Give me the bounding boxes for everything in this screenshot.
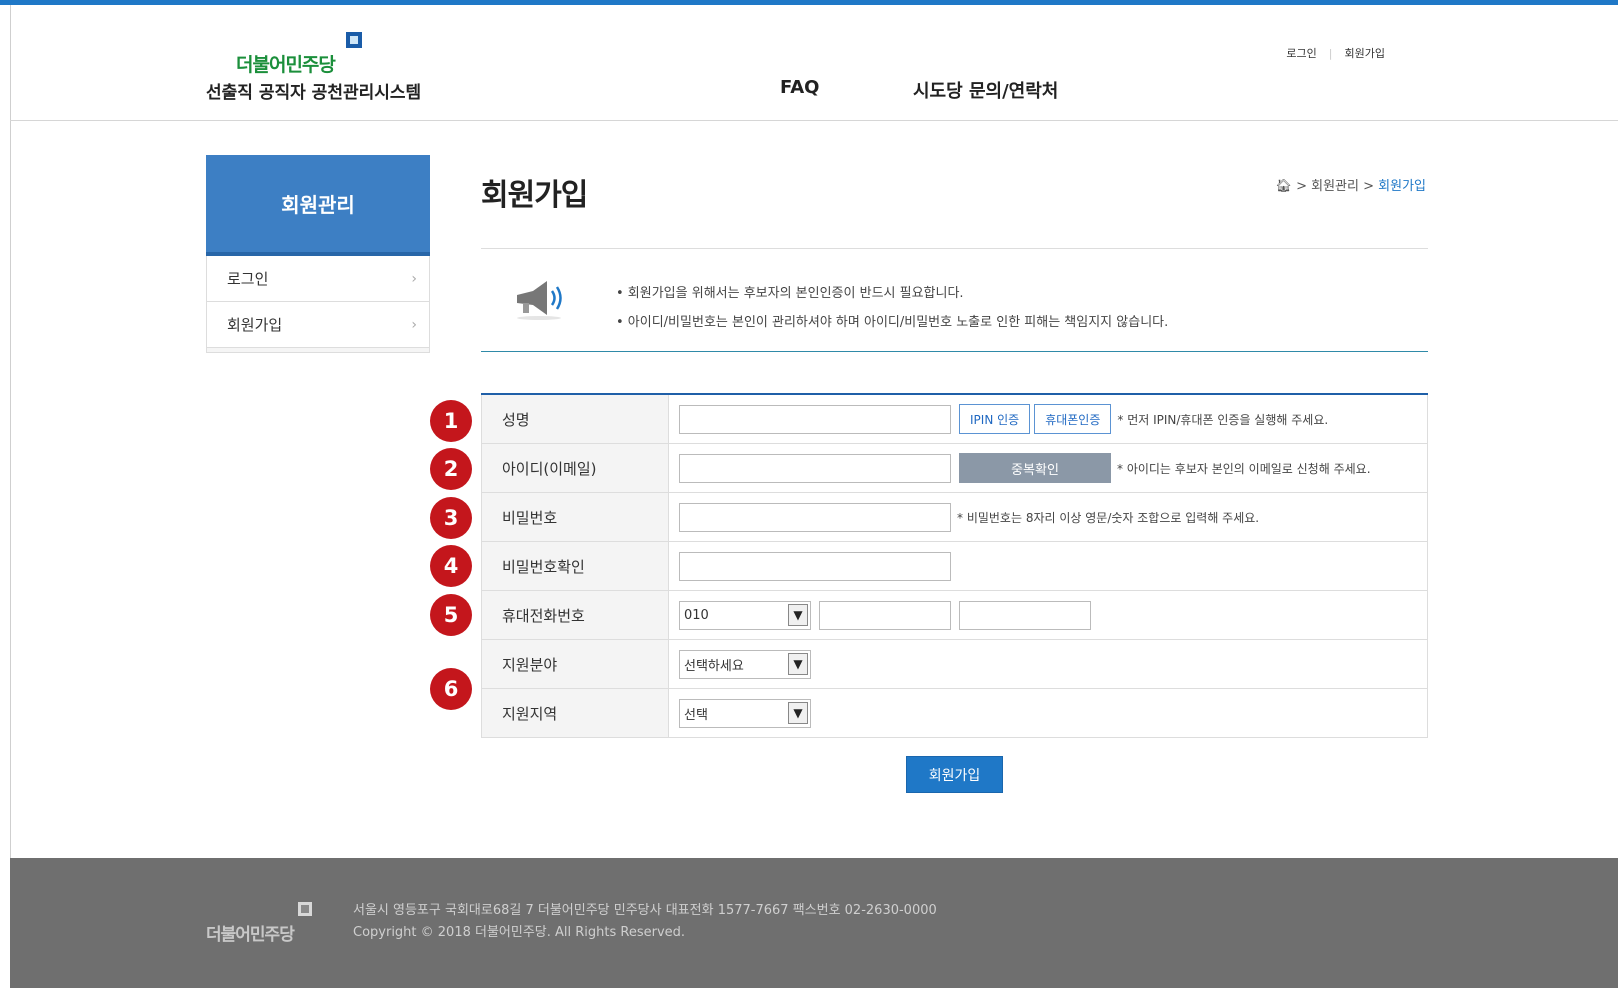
- breadcrumb-sep: >: [1296, 179, 1307, 194]
- sidebar-item-join[interactable]: 회원가입 ›: [206, 302, 430, 348]
- megaphone-icon: [517, 281, 562, 320]
- form-row-mobile: 휴대전화번호 010 ▼: [481, 591, 1428, 640]
- footer-logo-text: 더불어민주당: [206, 925, 295, 945]
- form-row-id: 아이디(이메일) 중복확인 * 아이디는 후보자 본인의 이메일로 신청해 주세…: [481, 444, 1428, 493]
- utility-menu: 로그인 | 회원가입: [1286, 45, 1385, 61]
- name-hint: * 먼저 IPIN/휴대폰 인증을 실행해 주세요.: [1117, 412, 1329, 427]
- password-confirm-input[interactable]: [679, 551, 951, 581]
- sidebar-title: 회원관리: [206, 155, 430, 256]
- ipin-auth-button[interactable]: IPIN 인증: [959, 404, 1031, 434]
- password-hint: * 비밀번호는 8자리 이상 영문/숫자 조합으로 입력해 주세요.: [957, 510, 1260, 525]
- breadcrumb: 🏠︎ > 회원관리 > 회원가입: [1275, 175, 1426, 194]
- step-badge: 1: [430, 400, 472, 442]
- mobile-middle-input[interactable]: [819, 600, 951, 630]
- phone-auth-button[interactable]: 휴대폰인증: [1034, 404, 1112, 434]
- field-select[interactable]: 선택하세요 ▼: [679, 649, 811, 679]
- step-badge: 5: [430, 594, 472, 636]
- util-join-link[interactable]: 회원가입: [1345, 47, 1385, 60]
- logo-text: 더불어민주당: [236, 54, 336, 76]
- notice-line: • 아이디/비밀번호는 본인이 관리하셔야 하며 아이디/비밀번호 노출로 인한…: [616, 315, 1169, 330]
- chevron-right-icon: ›: [411, 270, 417, 287]
- step-badge: 6: [430, 668, 472, 710]
- name-label: 성명: [481, 395, 669, 443]
- sidebar: 회원관리 로그인 › 회원가입 ›: [206, 155, 430, 353]
- frame-border: [10, 5, 11, 988]
- signup-form: 성명 IPIN 인증 휴대폰인증 * 먼저 IPIN/휴대폰 인증을 실행해 주…: [481, 393, 1428, 738]
- password-input[interactable]: [679, 502, 951, 532]
- password-confirm-label: 비밀번호확인: [481, 542, 669, 590]
- home-icon[interactable]: 🏠︎: [1275, 179, 1292, 194]
- sidebar-item-login[interactable]: 로그인 ›: [206, 256, 430, 302]
- breadcrumb-level1[interactable]: 회원관리: [1311, 179, 1359, 194]
- region-select[interactable]: 선택 ▼: [679, 698, 811, 728]
- form-row-password: 비밀번호 * 비밀번호는 8자리 이상 영문/숫자 조합으로 입력해 주세요.: [481, 493, 1428, 542]
- logo-flag-icon: [298, 902, 312, 916]
- password-label: 비밀번호: [481, 493, 669, 541]
- sidebar-item-label: 로그인: [227, 270, 269, 288]
- name-input[interactable]: [679, 404, 951, 434]
- mobile-prefix-select[interactable]: 010 ▼: [679, 600, 811, 630]
- select-value: 선택하세요: [684, 658, 744, 674]
- util-divider: |: [1328, 47, 1333, 60]
- select-value: 선택: [684, 707, 708, 723]
- footer-info: 서울시 영등포구 국회대로68길 7 더불어민주당 민주당사 대표전화 1577…: [353, 900, 937, 944]
- id-hint: * 아이디는 후보자 본인의 이메일로 신청해 주세요.: [1117, 461, 1371, 476]
- id-email-input[interactable]: [679, 453, 951, 483]
- signup-submit-button[interactable]: 회원가입: [906, 756, 1003, 793]
- field-label: 지원분야: [481, 640, 669, 688]
- breadcrumb-current: 회원가입: [1378, 179, 1426, 194]
- form-row-name: 성명 IPIN 인증 휴대폰인증 * 먼저 IPIN/휴대폰 인증을 실행해 주…: [481, 395, 1428, 444]
- notice-text: • 회원가입을 위해서는 후보자의 본인인증이 반드시 필요합니다. • 아이디…: [616, 279, 1168, 337]
- logo-subtitle: 선출직 공직자 공천관리시스템: [206, 83, 422, 103]
- breadcrumb-sep: >: [1363, 179, 1375, 194]
- mobile-label: 휴대전화번호: [481, 591, 669, 639]
- footer-address: 서울시 영등포구 국회대로68길 7 더불어민주당 민주당사 대표전화 1577…: [353, 903, 937, 918]
- sidebar-footer: [206, 348, 430, 353]
- step-badge: 3: [430, 497, 472, 539]
- site-header: 더불어민주당 선출직 공직자 공천관리시스템 FAQ 시도당 문의/연락처 로그…: [10, 5, 1618, 121]
- logo-flag-icon: [346, 32, 362, 48]
- region-label: 지원지역: [481, 689, 669, 737]
- form-row-field: 지원분야 선택하세요 ▼: [481, 640, 1428, 689]
- footer-copyright: Copyright © 2018 더불어민주당. All Rights Rese…: [353, 925, 686, 940]
- nav-faq[interactable]: FAQ: [780, 77, 819, 98]
- step-badge: 2: [430, 448, 472, 490]
- mobile-last-input[interactable]: [959, 600, 1091, 630]
- duplicate-check-button[interactable]: 중복확인: [959, 453, 1111, 483]
- chevron-down-icon: ▼: [788, 604, 808, 626]
- step-badge: 4: [430, 545, 472, 587]
- select-value: 010: [684, 607, 709, 623]
- nav-contact[interactable]: 시도당 문의/연락처: [913, 77, 1058, 103]
- site-footer: 더불어민주당 서울시 영등포구 국회대로68길 7 더불어민주당 민주당사 대표…: [10, 858, 1618, 988]
- chevron-down-icon: ▼: [788, 653, 808, 675]
- id-label: 아이디(이메일): [481, 444, 669, 492]
- chevron-right-icon: ›: [411, 316, 417, 333]
- notice-line: • 회원가입을 위해서는 후보자의 본인인증이 반드시 필요합니다.: [616, 286, 964, 301]
- chevron-down-icon: ▼: [788, 702, 808, 724]
- page-title: 회원가입: [481, 178, 588, 213]
- notice-box: • 회원가입을 위해서는 후보자의 본인인증이 반드시 필요합니다. • 아이디…: [481, 248, 1428, 352]
- form-row-region: 지원지역 선택 ▼: [481, 689, 1428, 738]
- sidebar-item-label: 회원가입: [227, 316, 283, 334]
- form-row-password-confirm: 비밀번호확인: [481, 542, 1428, 591]
- util-login-link[interactable]: 로그인: [1286, 47, 1316, 60]
